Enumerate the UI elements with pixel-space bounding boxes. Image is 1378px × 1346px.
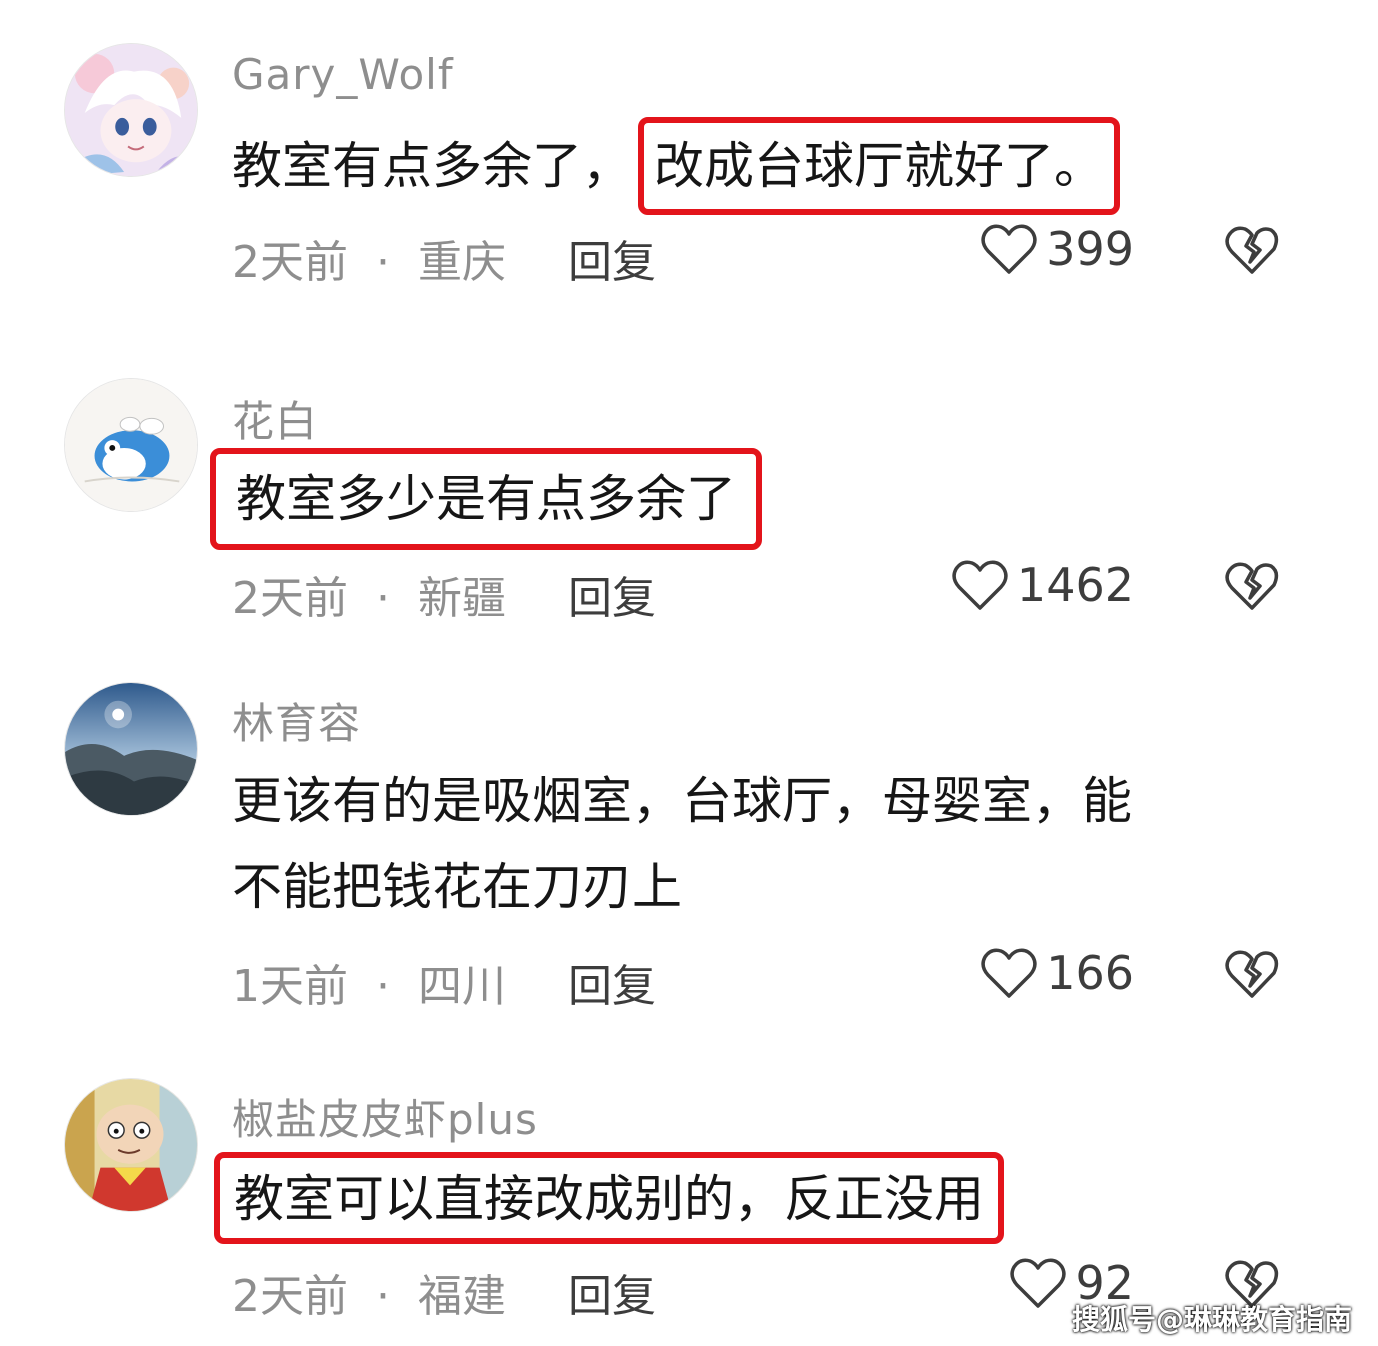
like-button[interactable]: 399 — [980, 222, 1134, 276]
like-button[interactable]: 166 — [980, 946, 1134, 1000]
comment-meta: 2天前 · 新疆 回复 — [232, 562, 656, 626]
anime-character-icon — [65, 44, 197, 176]
broken-heart-icon[interactable] — [1224, 560, 1280, 612]
comment-location: 四川 — [418, 961, 506, 1012]
username[interactable]: 林育容 — [232, 690, 361, 751]
comment-time: 2天前 — [232, 573, 348, 624]
broken-heart-icon[interactable] — [1224, 224, 1280, 276]
mountain-landscape-icon — [65, 683, 197, 815]
comment-location: 福建 — [418, 1271, 506, 1322]
reply-button[interactable]: 回复 — [568, 950, 656, 1014]
comment-text-line1: 更该有的是吸烟室，台球厅，母婴室，能 — [232, 772, 1132, 830]
highlight-box: 教室可以直接改成别的，反正没用 — [214, 1152, 1004, 1244]
comment-text: 教室多少是有点多余了 — [236, 470, 736, 528]
comment-location: 新疆 — [418, 573, 506, 624]
highlight-box: 教室多少是有点多余了 — [210, 448, 762, 550]
comment-text-plain: 教室有点多余了， — [232, 137, 632, 195]
like-button[interactable]: 1462 — [951, 558, 1134, 612]
comment-location: 重庆 — [418, 237, 506, 288]
meta-separator: · — [376, 237, 390, 288]
cartoon-character-icon — [65, 1079, 197, 1211]
highlight-box: 改成台球厅就好了。 — [638, 117, 1120, 215]
reply-button[interactable]: 回复 — [568, 562, 656, 626]
heart-icon — [952, 560, 1008, 610]
comment-time: 2天前 — [232, 1271, 348, 1322]
like-count: 1462 — [1016, 558, 1134, 612]
heart-icon — [981, 948, 1037, 998]
broken-heart-icon[interactable] — [1224, 948, 1280, 1000]
heart-icon — [1010, 1258, 1067, 1308]
reply-button[interactable]: 回复 — [568, 226, 656, 290]
comment-meta: 1天前 · 四川 回复 — [232, 950, 656, 1014]
comment-meta: 2天前 · 福建 回复 — [232, 1260, 656, 1324]
meta-separator: · — [376, 1271, 390, 1322]
watermark: 搜狐号@琳琳教育指南 — [1072, 1303, 1353, 1336]
username[interactable]: 花白 — [232, 388, 318, 449]
username[interactable]: 椒盐皮皮虾plus — [232, 1086, 538, 1147]
user-avatar[interactable] — [64, 682, 198, 816]
like-count: 399 — [1046, 222, 1134, 276]
doraemon-icon — [65, 379, 197, 511]
comment-text: 教室有点多余了， 改成台球厅就好了。 — [232, 117, 1120, 215]
comment-time: 1天前 — [232, 961, 348, 1012]
user-avatar[interactable] — [64, 43, 198, 177]
comment-text-line2: 不能把钱花在刀刃上 — [232, 858, 682, 916]
heart-icon — [981, 224, 1037, 274]
username[interactable]: Gary_Wolf — [232, 50, 454, 99]
comment-time: 2天前 — [232, 237, 348, 288]
meta-separator: · — [376, 961, 390, 1012]
user-avatar[interactable] — [64, 378, 198, 512]
reply-button[interactable]: 回复 — [568, 1260, 656, 1324]
comment-text: 教室可以直接改成别的，反正没用 — [234, 1170, 984, 1228]
meta-separator: · — [376, 573, 390, 624]
user-avatar[interactable] — [64, 1078, 198, 1212]
like-count: 166 — [1046, 946, 1134, 1000]
comment-meta: 2天前 · 重庆 回复 — [232, 226, 656, 290]
